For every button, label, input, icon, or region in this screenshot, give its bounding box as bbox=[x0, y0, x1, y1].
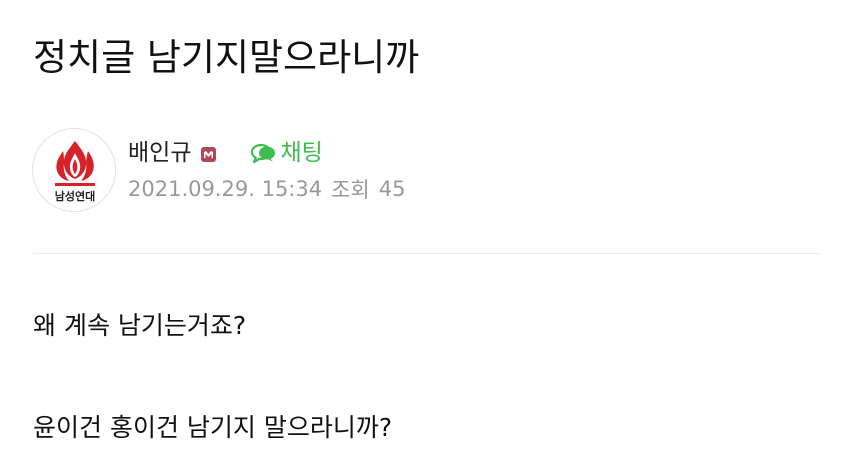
flame-logo-icon: 남성연대 bbox=[55, 141, 95, 203]
content-line: 왜 계속 남기는거죠? bbox=[33, 311, 247, 340]
author-name[interactable]: 배인규 bbox=[128, 136, 191, 170]
post-title: 정치글 남기지말으라니까 bbox=[33, 36, 420, 79]
chat-bubble-icon bbox=[250, 143, 276, 163]
divider bbox=[33, 253, 819, 254]
author-row: 배인규 채팅 bbox=[128, 136, 323, 170]
views-count: 45 bbox=[378, 177, 406, 201]
content-line: 윤이건 홍이건 남기지 말으라니까? bbox=[33, 413, 393, 442]
post-date: 2021.09.29. 15:34 bbox=[128, 177, 323, 201]
post-meta: 2021.09.29. 15:34 조회 45 bbox=[128, 174, 405, 204]
manager-badge-icon bbox=[201, 146, 217, 162]
author-avatar[interactable]: 남성연대 bbox=[32, 128, 116, 212]
chat-button[interactable]: 채팅 bbox=[250, 136, 323, 170]
avatar-text: 남성연대 bbox=[55, 189, 95, 203]
views-label: 조회 bbox=[331, 178, 370, 202]
chat-label: 채팅 bbox=[280, 140, 323, 166]
